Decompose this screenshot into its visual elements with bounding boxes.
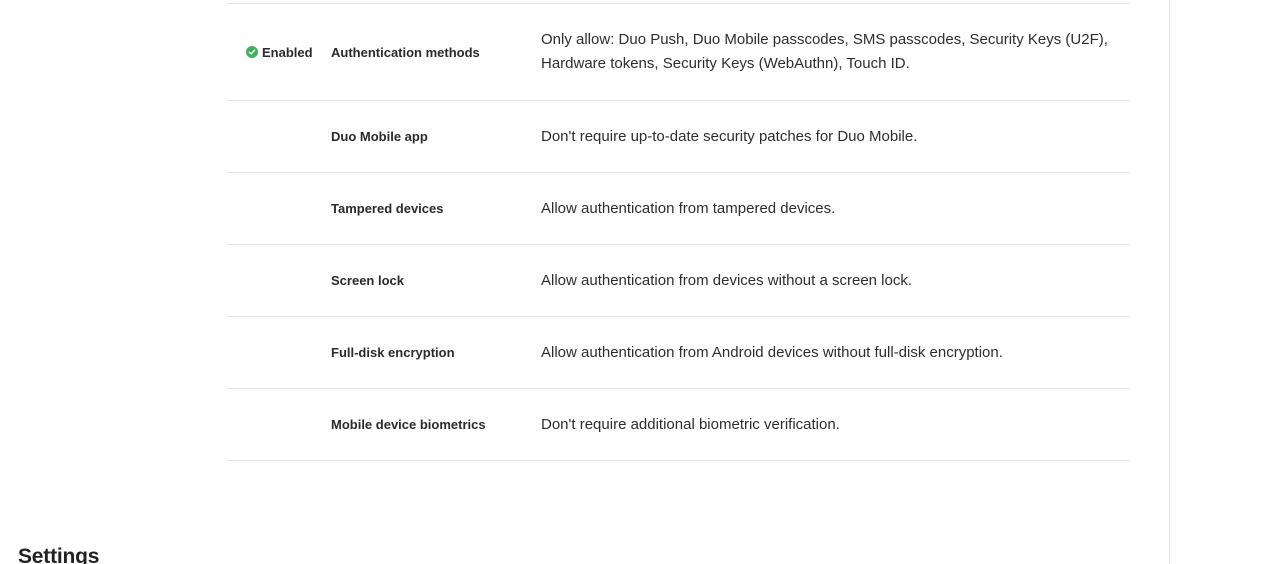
policy-description: Don't require up-to-date security patche… (541, 127, 918, 145)
check-circle-icon (246, 46, 258, 58)
policy-description: Allow authentication from Android device… (541, 343, 1003, 361)
policy-row-full-disk-encryption: Full-disk encryption Allow authenticatio… (226, 317, 1130, 389)
policy-row-mobile-device-biometrics: Mobile device biometrics Don't require a… (226, 389, 1130, 461)
right-panel-divider (1169, 0, 1170, 564)
status-badge: Enabled (246, 4, 313, 100)
policy-description: Only allow: Duo Push, Duo Mobile passcod… (541, 31, 1108, 72)
policy-name: Screen lock (331, 273, 404, 288)
policy-name: Full-disk encryption (331, 345, 455, 360)
policy-row-authentication-methods: Enabled Authentication methods Only allo… (226, 4, 1130, 101)
policy-page: Enabled Authentication methods Only allo… (0, 0, 1262, 564)
policy-description: Allow authentication from devices withou… (541, 271, 913, 289)
policy-description: Allow authentication from tampered devic… (541, 199, 836, 217)
policy-name: Mobile device biometrics (331, 417, 486, 432)
policy-row-duo-mobile-app: Duo Mobile app Don't require up-to-date … (226, 101, 1130, 173)
policy-row-screen-lock: Screen lock Allow authentication from de… (226, 245, 1130, 317)
policy-summary-table: Enabled Authentication methods Only allo… (226, 3, 1130, 461)
policy-name: Authentication methods (331, 44, 480, 60)
settings-section-heading: Settings (18, 545, 100, 564)
status-label: Enabled (262, 44, 313, 60)
policy-name: Tampered devices (331, 201, 444, 216)
policy-row-tampered-devices: Tampered devices Allow authentication fr… (226, 173, 1130, 245)
policy-name: Duo Mobile app (331, 129, 428, 144)
policy-description: Don't require additional biometric verif… (541, 415, 840, 433)
